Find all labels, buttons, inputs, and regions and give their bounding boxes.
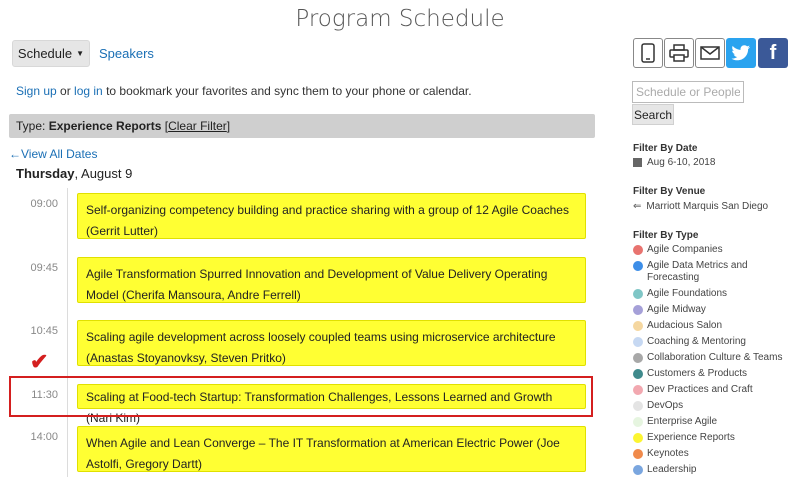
type-label: Dev Practices and Craft [647, 384, 753, 395]
color-dot-icon [633, 289, 643, 299]
type-label: Audacious Salon [647, 320, 723, 331]
session-card[interactable]: Scaling agile development across loosely… [77, 320, 586, 366]
type-filter-list: Agile Companies Agile Data Metrics and F… [633, 244, 793, 480]
type-label: Enterprise Agile [647, 416, 718, 427]
color-dot-icon [633, 449, 643, 459]
email-icon[interactable] [695, 38, 725, 68]
color-dot-icon [633, 401, 643, 411]
color-dot-icon [633, 305, 643, 315]
session-time: 09:45 [30, 262, 58, 274]
type-filter-item[interactable]: Keynotes [633, 448, 793, 460]
checkmark-icon: ✔ [30, 349, 49, 374]
color-dot-icon [633, 417, 643, 427]
type-filter-item[interactable]: Leadership [633, 464, 793, 476]
signup-or-text: or [56, 84, 75, 98]
session-card[interactable]: Agile Transformation Spurred Innovation … [77, 257, 586, 303]
timeline-line [67, 188, 68, 477]
color-dot-icon [633, 245, 643, 255]
type-filter-item[interactable]: Experience Reports [633, 432, 793, 444]
twitter-icon[interactable] [726, 38, 756, 68]
type-filter-item[interactable]: Enterprise Agile [633, 416, 793, 428]
login-link[interactable]: log in [74, 84, 103, 98]
color-dot-icon [633, 433, 643, 443]
signup-rest-text: to bookmark your favorites and sync them… [102, 84, 472, 98]
session-card[interactable]: Self-organizing competency building and … [77, 193, 586, 239]
filter-by-venue-heading: Filter By Venue [633, 186, 706, 197]
page-title: Program Schedule [295, 6, 505, 32]
date-filter-label: Aug 6-10, 2018 [647, 157, 716, 168]
color-dot-icon [633, 353, 643, 363]
date-heading: Thursday, August 9 [16, 166, 132, 181]
view-all-dates-link[interactable]: ←View All Dates [9, 147, 97, 161]
type-label: Agile Midway [647, 304, 706, 315]
active-filter-bar: Type: Experience Reports [Clear Filter] [9, 114, 595, 138]
venue-filter-item[interactable]: ⇐ Marriott Marquis San Diego [633, 201, 768, 212]
type-filter-item[interactable]: Audacious Salon [633, 320, 793, 332]
signup-message: Sign up or log in to bookmark your favor… [16, 84, 472, 98]
signup-link[interactable]: Sign up [16, 84, 57, 98]
filter-by-date-heading: Filter By Date [633, 143, 698, 154]
search-input[interactable] [632, 81, 744, 103]
date-day: Thursday [16, 166, 75, 181]
schedule-dropdown-button[interactable]: Schedule ▼ [12, 40, 90, 67]
filter-prefix: Type: [16, 119, 49, 133]
session-time: 14:00 [30, 431, 58, 443]
type-label: Agile Data Metrics and Forecasting [647, 260, 748, 283]
search-button[interactable]: Search [632, 104, 674, 125]
venue-filter-label: Marriott Marquis San Diego [646, 201, 769, 212]
type-label: Coaching & Mentoring [647, 336, 746, 347]
type-filter-item[interactable]: Dev Practices and Craft [633, 384, 793, 396]
type-label: DevOps [647, 400, 684, 411]
caret-down-icon: ▼ [76, 49, 85, 58]
color-dot-icon [633, 385, 643, 395]
type-filter-item[interactable]: Coaching & Mentoring [633, 336, 793, 348]
session-card[interactable]: When Agile and Lean Converge – The IT Tr… [77, 426, 586, 472]
date-rest: , August 9 [74, 166, 133, 181]
type-label: Experience Reports [647, 432, 735, 443]
type-filter-item[interactable]: Agile Companies [633, 244, 793, 256]
color-dot-icon [633, 465, 643, 475]
speakers-link[interactable]: Speakers [99, 46, 154, 61]
type-filter-item[interactable]: Agile Data Metrics and Forecasting [633, 260, 793, 284]
mobile-phone-icon[interactable] [633, 38, 663, 68]
color-dot-icon [633, 321, 643, 331]
type-label: Customers & Products [647, 368, 748, 379]
schedule-label: Schedule [17, 46, 73, 61]
type-label: Agile Foundations [647, 288, 728, 299]
clear-filter-link[interactable]: Clear Filter [168, 119, 227, 133]
type-label: Keynotes [647, 448, 689, 459]
color-dot-icon [633, 261, 643, 271]
color-dot-icon [633, 369, 643, 379]
facebook-icon[interactable]: f [758, 38, 788, 68]
calendar-icon [633, 158, 642, 167]
session-time: 10:45 [30, 325, 58, 337]
color-dot-icon [633, 337, 643, 347]
date-filter-item[interactable]: Aug 6-10, 2018 [633, 157, 715, 168]
type-label: Agile Companies [647, 244, 723, 255]
type-label: Collaboration Culture & Teams [647, 352, 783, 363]
type-filter-item[interactable]: Customers & Products [633, 368, 793, 380]
highlight-annotation-box [9, 376, 593, 417]
type-label: Leadership [647, 464, 697, 475]
session-time: 09:00 [30, 198, 58, 210]
filter-value: Experience Reports [48, 119, 162, 133]
type-filter-item[interactable]: Agile Midway [633, 304, 793, 316]
type-filter-item[interactable]: Agile Foundations [633, 288, 793, 300]
type-filter-item[interactable]: Collaboration Culture & Teams [633, 352, 793, 364]
filter-by-type-heading: Filter By Type [633, 230, 699, 241]
signpost-icon: ⇐ [633, 201, 642, 212]
type-filter-item[interactable]: DevOps [633, 400, 793, 412]
print-icon[interactable] [664, 38, 694, 68]
